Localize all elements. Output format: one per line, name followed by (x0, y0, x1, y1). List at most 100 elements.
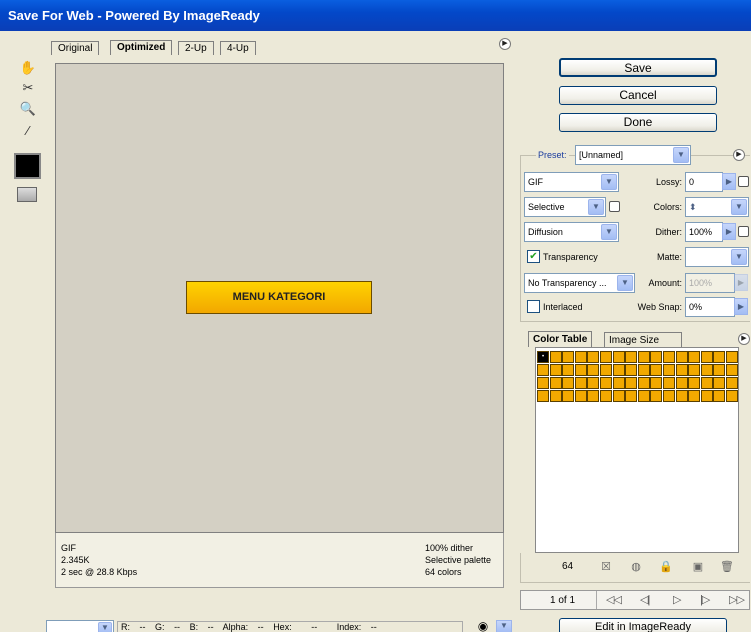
color-swatch[interactable] (625, 351, 638, 363)
play-icon[interactable]: ▷ (673, 593, 682, 606)
reduction-mask-icon[interactable] (609, 201, 620, 212)
tab-image-size[interactable]: Image Size (604, 332, 683, 347)
color-swatch[interactable] (574, 390, 587, 402)
color-swatch[interactable] (600, 390, 612, 402)
color-table-menu-icon[interactable]: ▶ (738, 333, 750, 345)
color-swatch[interactable] (713, 351, 726, 363)
eyedropper-color-swatch[interactable] (14, 153, 41, 179)
lossy-mask-icon[interactable] (738, 176, 749, 187)
color-swatch[interactable] (688, 364, 701, 376)
preset-dropdown[interactable]: [Unnamed] ▼ (575, 145, 691, 165)
color-swatch[interactable] (637, 377, 650, 389)
color-swatch[interactable] (574, 351, 587, 363)
color-swatch[interactable] (574, 364, 587, 376)
color-swatch[interactable] (562, 377, 575, 389)
color-swatch[interactable] (650, 364, 663, 376)
color-swatch[interactable] (726, 364, 738, 376)
transparency-checkbox[interactable]: ✔ (527, 250, 540, 263)
done-button[interactable]: Done (559, 113, 717, 132)
color-swatch[interactable] (688, 351, 701, 363)
colors-stepper-icon[interactable]: ⬍ (689, 202, 697, 212)
color-swatch[interactable] (625, 364, 638, 376)
color-swatch[interactable] (600, 364, 612, 376)
color-swatch[interactable] (537, 364, 549, 376)
color-swatch[interactable] (549, 377, 562, 389)
color-swatch[interactable] (625, 377, 638, 389)
cancel-button[interactable]: Cancel (559, 86, 717, 105)
amount-field[interactable]: 100% (685, 273, 735, 293)
tab-2up[interactable]: 2-Up (178, 41, 214, 55)
color-swatch[interactable] (675, 377, 688, 389)
dither-slider-arrow-icon[interactable]: ▶ (722, 223, 736, 240)
zoom-tool-icon[interactable]: 🔍 (18, 101, 38, 119)
zoom-dropdown[interactable]: ▼ (46, 620, 114, 632)
color-swatch[interactable] (600, 351, 612, 363)
edit-in-imageready-button[interactable]: Edit in ImageReady (559, 618, 727, 632)
color-swatch[interactable] (688, 377, 701, 389)
websnap-slider-arrow-icon[interactable]: ▶ (734, 298, 748, 315)
previous-frame-icon[interactable]: ◁| (640, 593, 650, 606)
color-swatch[interactable] (612, 390, 625, 402)
tab-4up[interactable]: 4-Up (220, 41, 256, 55)
color-swatch[interactable] (625, 390, 638, 402)
color-swatch[interactable] (650, 377, 663, 389)
color-swatch[interactable] (713, 390, 726, 402)
color-swatch[interactable] (663, 377, 675, 389)
last-frame-icon[interactable]: ▷▷ (729, 593, 745, 606)
color-swatch[interactable] (663, 351, 675, 363)
color-swatch[interactable] (637, 351, 650, 363)
color-swatch[interactable] (700, 351, 713, 363)
new-color-icon[interactable]: ▣ (691, 560, 705, 573)
preview-menu-icon[interactable]: ▶ (499, 38, 511, 50)
dither-field[interactable]: 100% (685, 222, 723, 242)
color-swatch[interactable] (650, 351, 663, 363)
format-dropdown[interactable]: GIF ▼ (524, 172, 619, 192)
settings-menu-icon[interactable]: ▶ (733, 149, 745, 161)
color-swatch[interactable] (726, 390, 738, 402)
color-swatch[interactable] (637, 390, 650, 402)
color-swatch[interactable] (700, 364, 713, 376)
color-swatch[interactable] (700, 390, 713, 402)
color-swatch[interactable]: • (537, 351, 549, 363)
interlaced-checkbox[interactable] (527, 300, 540, 313)
tab-original[interactable]: Original (51, 41, 100, 55)
color-swatch[interactable] (549, 351, 562, 363)
color-swatch[interactable] (600, 377, 612, 389)
lossy-slider-arrow-icon[interactable]: ▶ (722, 173, 736, 190)
color-swatch[interactable] (663, 364, 675, 376)
color-swatch[interactable] (713, 364, 726, 376)
color-swatch[interactable] (587, 377, 600, 389)
reduction-dropdown[interactable]: Selective ▼ (524, 197, 606, 217)
color-swatch[interactable] (612, 364, 625, 376)
color-swatch[interactable] (587, 390, 600, 402)
color-swatch[interactable] (587, 364, 600, 376)
color-swatch[interactable] (587, 351, 600, 363)
slice-select-tool-icon[interactable]: ✂ (18, 80, 38, 98)
dither-algorithm-dropdown[interactable]: Diffusion ▼ (524, 222, 619, 242)
color-swatch[interactable] (713, 377, 726, 389)
color-swatch[interactable] (562, 364, 575, 376)
color-swatch[interactable] (650, 390, 663, 402)
websnap-field[interactable]: 0% (685, 297, 735, 317)
color-swatch[interactable] (537, 377, 549, 389)
color-swatch[interactable] (574, 377, 587, 389)
browser-dropdown-icon[interactable]: ▼ (496, 620, 512, 632)
amount-slider-arrow-icon[interactable]: ▶ (734, 274, 748, 291)
lossy-field[interactable]: 0 (685, 172, 723, 192)
toggle-slices-icon[interactable] (17, 187, 37, 202)
trash-icon[interactable]: 🗑 (720, 560, 734, 573)
next-frame-icon[interactable]: |▷ (700, 593, 710, 606)
tab-color-table[interactable]: Color Table (528, 331, 593, 347)
color-swatch[interactable] (688, 390, 701, 402)
color-swatch[interactable] (612, 351, 625, 363)
lock-icon[interactable]: 🔒 (659, 560, 673, 573)
color-swatch[interactable] (675, 390, 688, 402)
color-swatch[interactable] (537, 390, 549, 402)
color-swatch[interactable] (663, 390, 675, 402)
dither-mask-icon[interactable] (738, 226, 749, 237)
colors-field[interactable]: ⬍ ▼ (685, 197, 749, 217)
color-swatch[interactable] (675, 351, 688, 363)
color-swatch[interactable] (562, 351, 575, 363)
color-swatch[interactable] (726, 377, 738, 389)
first-frame-icon[interactable]: ◁◁ (606, 593, 622, 606)
